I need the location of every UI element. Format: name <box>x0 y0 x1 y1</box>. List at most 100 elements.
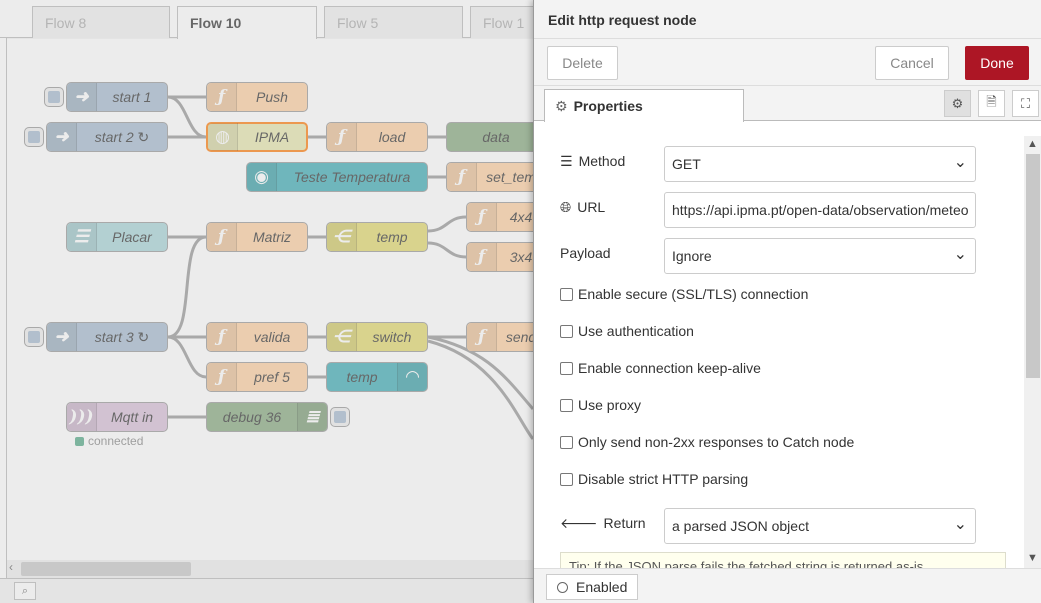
search-icon[interactable]: ⌕ <box>14 582 36 600</box>
method-select[interactable]: GET <box>664 146 976 182</box>
node-switch[interactable]: ⋲ switch <box>326 322 428 352</box>
tab-flow-1[interactable]: Flow 1 <box>470 6 533 38</box>
tab-flow-5[interactable]: Flow 5 <box>324 6 463 38</box>
editor-tray: Edit http request node Delete Cancel Don… <box>533 0 1041 603</box>
function-icon: ƒ <box>467 323 497 351</box>
list-icon: ☰ <box>560 152 573 169</box>
tray-titlebar: Edit http request node <box>534 0 1041 39</box>
node-push[interactable]: ƒ Push <box>206 82 308 112</box>
node-start-2[interactable]: ➜ start 2 ↻ <box>46 122 168 152</box>
scroll-thumb[interactable] <box>21 562 191 576</box>
node-4x4[interactable]: ƒ 4x4 <box>466 202 533 232</box>
tray-tabbar: ⚙ Properties ⚙ 🗎 ⛶ <box>534 86 1041 122</box>
keepalive-checkbox-row[interactable]: Enable connection keep-alive <box>560 360 761 376</box>
url-input[interactable]: https://api.ipma.pt/open-data/observatio… <box>664 192 976 228</box>
auth-checkbox-row[interactable]: Use authentication <box>560 323 694 339</box>
workspace-left-edge <box>0 38 7 578</box>
node-start-3[interactable]: ➜ start 3 ↻ <box>46 322 168 352</box>
non2xx-checkbox[interactable] <box>560 435 573 449</box>
function-icon: ƒ <box>207 323 237 351</box>
node-placar[interactable]: ☰ Placar <box>66 222 168 252</box>
function-icon: ƒ <box>207 83 237 111</box>
function-icon: ƒ <box>207 363 237 391</box>
tab-flow-8[interactable]: Flow 8 <box>32 6 170 38</box>
node-debug-36[interactable]: debug 36 ≣ <box>206 402 328 432</box>
ssl-checkbox-row[interactable]: Enable secure (SSL/TLS) connection <box>560 286 808 302</box>
node-valida[interactable]: ƒ valida <box>206 322 308 352</box>
node-temp-switch[interactable]: ⋲ temp <box>326 222 428 252</box>
scroll-left-icon[interactable]: ‹ <box>9 560 13 574</box>
switch-icon: ⋲ <box>327 223 357 251</box>
tab-flow-10[interactable]: Flow 10 <box>177 6 317 39</box>
scroll-up-icon[interactable]: ▲ <box>1027 138 1038 150</box>
appearance-tab-icon[interactable]: ⛶ <box>1012 90 1039 117</box>
keepalive-checkbox[interactable] <box>560 361 573 375</box>
flow-canvas[interactable]: ➜ start 1 ƒ Push ➜ start 2 ↻ ◍ IPMA ƒ lo… <box>7 39 533 578</box>
tab-properties[interactable]: ⚙ Properties <box>544 89 744 122</box>
node-ipma[interactable]: ◍ IPMA <box>206 122 308 152</box>
function-icon: ƒ <box>327 123 357 151</box>
globe-icon: 🌐︎ <box>560 198 572 215</box>
node-send[interactable]: ƒ send <box>466 322 533 352</box>
globe-icon: ◍ <box>208 123 238 151</box>
scroll-thumb[interactable] <box>1026 154 1040 378</box>
node-set-tem[interactable]: ƒ set_tem <box>446 162 533 192</box>
strict-parsing-checkbox-row[interactable]: Disable strict HTTP parsing <box>560 471 748 487</box>
proxy-checkbox-row[interactable]: Use proxy <box>560 397 641 413</box>
workspace-tabs: Flow 8 Flow 10 Flow 5 Flow 1 <box>0 0 533 39</box>
arrow-right-icon: ➜ <box>67 83 97 111</box>
proxy-checkbox[interactable] <box>560 398 573 412</box>
done-button[interactable]: Done <box>965 46 1029 80</box>
enabled-toggle-button[interactable]: Enabled <box>546 574 639 600</box>
mqtt-status: connected <box>75 434 143 448</box>
sliders-icon: ☰ <box>67 223 97 251</box>
workspace-footer <box>0 578 533 603</box>
switch-icon: ⋲ <box>327 323 357 351</box>
horizontal-scrollbar[interactable]: ‹ <box>7 560 533 578</box>
node-3x4[interactable]: ƒ 3x4 <box>466 242 533 272</box>
inject-button[interactable] <box>24 127 44 147</box>
node-data[interactable]: data <box>446 122 533 152</box>
node-teste-temperatura[interactable]: ◉ Teste Temperatura <box>246 162 428 192</box>
auth-checkbox[interactable] <box>560 324 573 338</box>
payload-row: Payload <box>560 245 611 261</box>
inject-button[interactable] <box>24 327 44 347</box>
strict-parsing-checkbox[interactable] <box>560 472 573 486</box>
settings-tab-icon[interactable]: ⚙ <box>944 90 971 117</box>
non2xx-checkbox-row[interactable]: Only send non-2xx responses to Catch nod… <box>560 434 854 450</box>
node-mqtt-in[interactable]: ))) Mqtt in <box>66 402 168 432</box>
node-temp-gauge[interactable]: temp ◠ <box>326 362 428 392</box>
arrow-right-icon: ➜ <box>47 123 77 151</box>
function-icon: ƒ <box>207 223 237 251</box>
workspace: Flow 8 Flow 10 Flow 5 Flow 1 ➜ start 1 ƒ… <box>0 0 533 603</box>
status-dot-icon <box>75 436 84 446</box>
arrow-right-icon: ➜ <box>47 323 77 351</box>
return-select[interactable]: a parsed JSON object <box>664 508 976 544</box>
inject-button[interactable] <box>44 87 64 107</box>
node-start-1[interactable]: ➜ start 1 <box>66 82 168 112</box>
gear-icon: ⚙ <box>555 97 568 114</box>
vertical-scrollbar[interactable]: ▲ ▼ <box>1024 136 1041 568</box>
ssl-checkbox[interactable] <box>560 287 573 301</box>
node-load[interactable]: ƒ load <box>326 122 428 152</box>
circle-icon <box>557 581 568 593</box>
return-row: 🡐 Return <box>560 514 646 532</box>
node-matriz[interactable]: ƒ Matriz <box>206 222 308 252</box>
list-icon: ≣ <box>297 403 327 431</box>
method-row: ☰ Method <box>560 152 626 170</box>
scroll-down-icon[interactable]: ▼ <box>1027 552 1038 564</box>
wires <box>167 95 533 440</box>
payload-select[interactable]: Ignore <box>664 238 976 274</box>
delete-button[interactable]: Delete <box>547 46 618 80</box>
tip-box: Tip: If the JSON parse fails the fetched… <box>560 552 1006 568</box>
function-icon: ƒ <box>467 243 497 271</box>
cancel-button[interactable]: Cancel <box>875 46 949 80</box>
node-pref-5[interactable]: ƒ pref 5 <box>206 362 308 392</box>
url-row: 🌐︎ URL <box>560 198 606 216</box>
debug-toggle-button[interactable] <box>330 407 350 427</box>
toggle-icon: ◉ <box>247 163 277 191</box>
gauge-icon: ◠ <box>397 363 427 391</box>
description-tab-icon[interactable]: 🗎 <box>978 90 1005 117</box>
radio-waves-icon: ))) <box>67 403 97 431</box>
tray-toolbar: Delete Cancel Done <box>534 39 1041 86</box>
